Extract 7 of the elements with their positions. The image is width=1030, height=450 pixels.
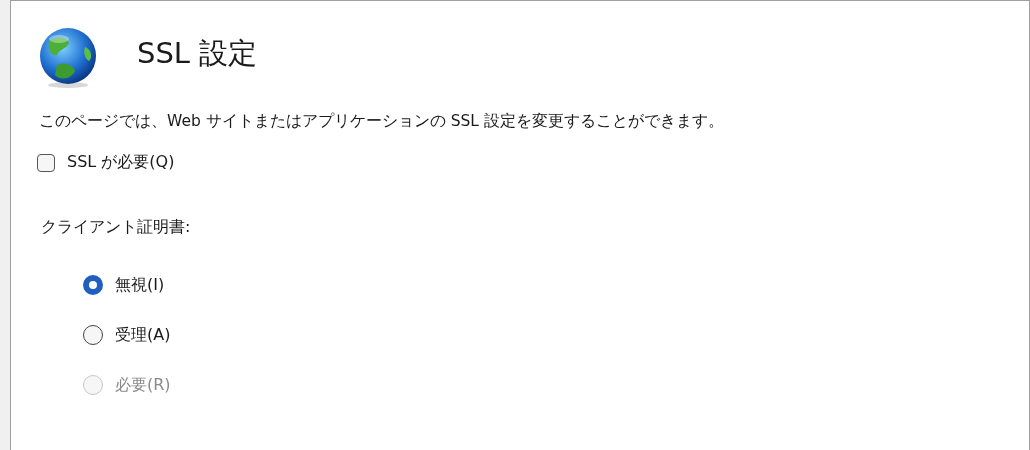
description-text: このページでは、Web サイトまたはアプリケーションの SSL 設定を変更することができます。	[39, 111, 725, 132]
globe-icon	[37, 27, 99, 89]
page-title: SSL 設定	[137, 35, 258, 72]
require-ssl-checkbox[interactable]: SSL が必要(Q)	[37, 152, 175, 173]
radio-option[interactable]: 無視(I)	[83, 274, 165, 296]
client-certificates-label: クライアント証明書:	[41, 217, 191, 238]
radio-option[interactable]: 受理(A)	[83, 324, 171, 346]
